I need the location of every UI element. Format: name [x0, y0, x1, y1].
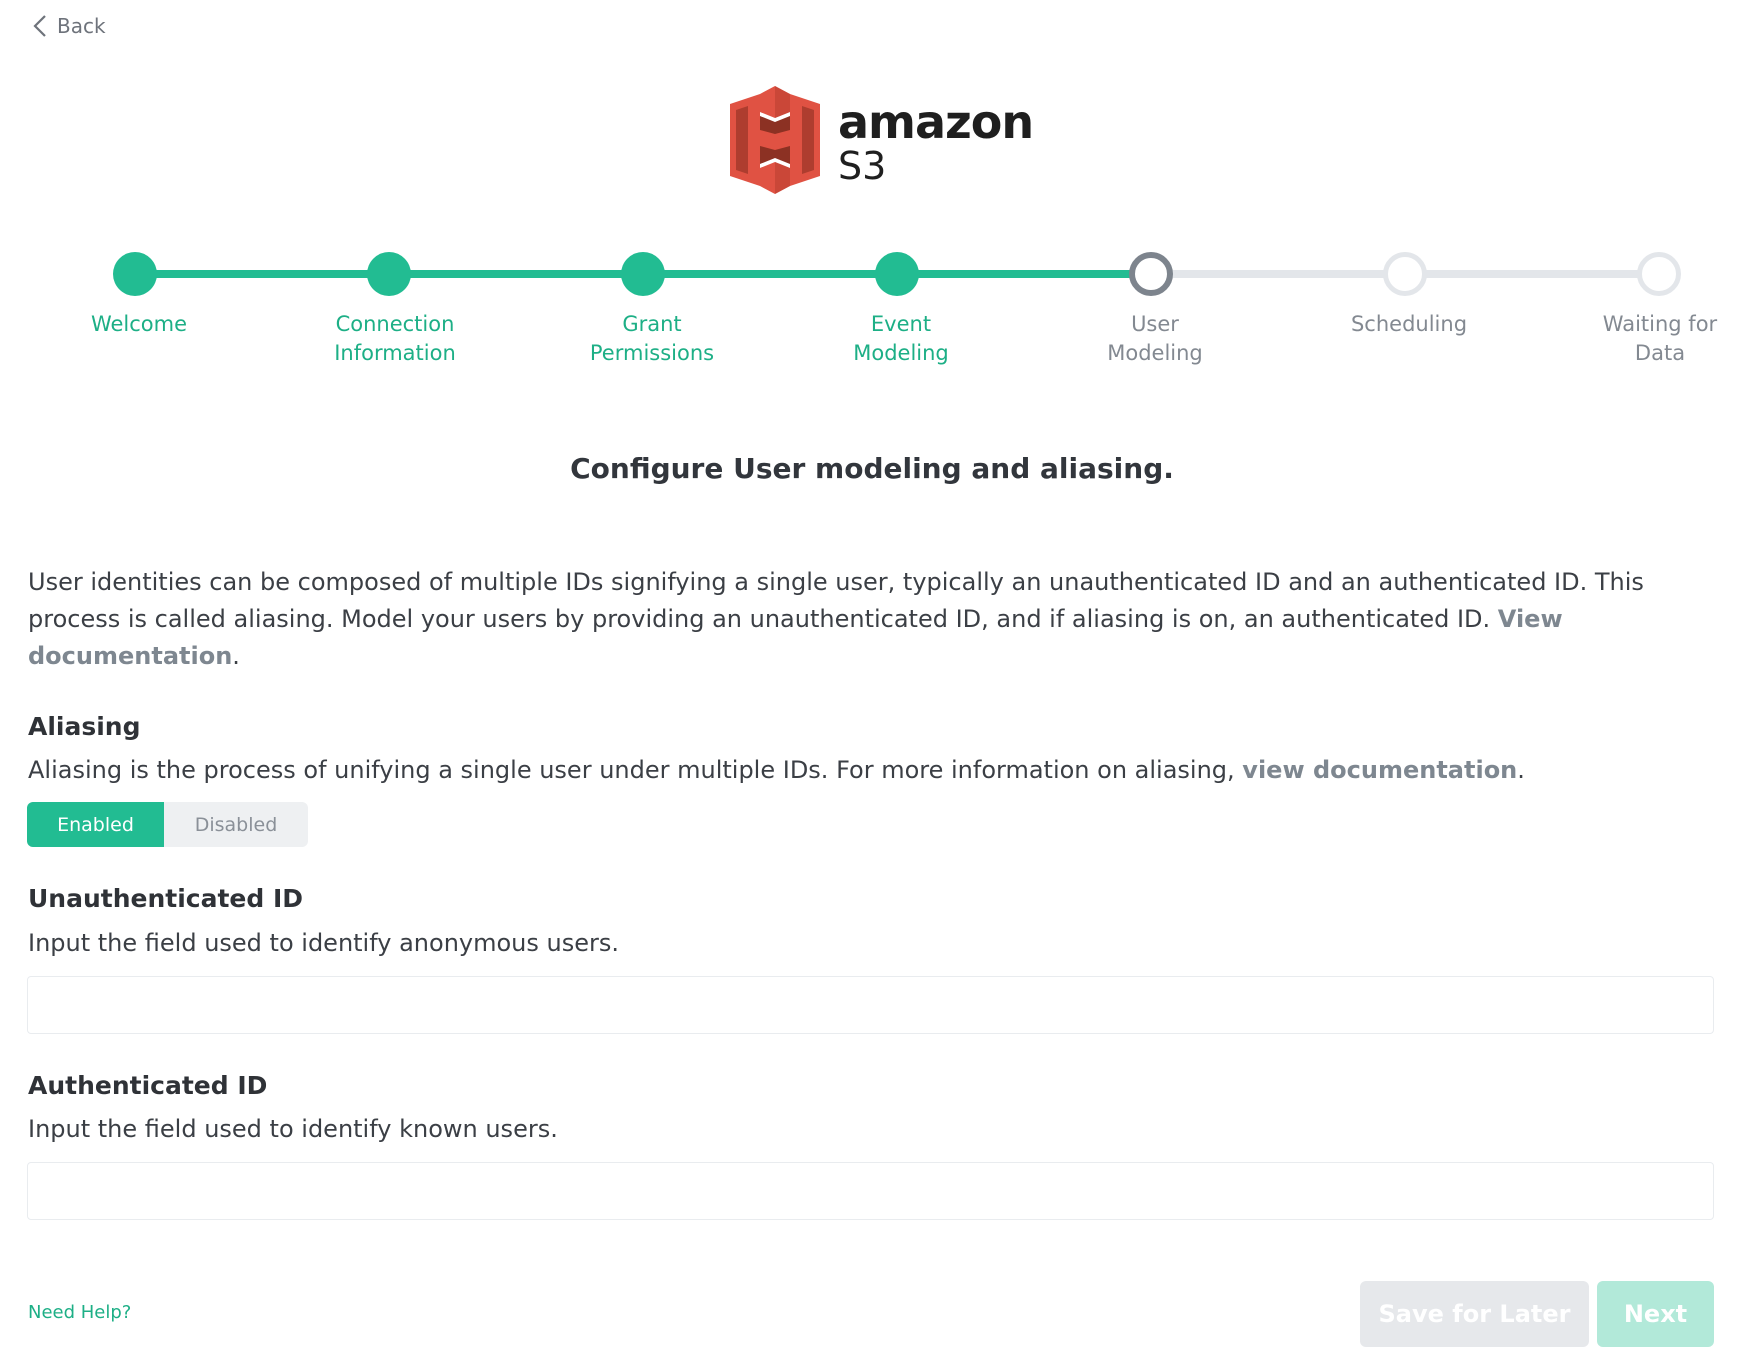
aliasing-documentation-link[interactable]: view documentation — [1242, 756, 1517, 784]
aliasing-enabled-option[interactable]: Enabled — [27, 802, 164, 847]
step-label-event-modeling: Event Modeling — [853, 312, 949, 365]
amazon-s3-logo: amazon S3 — [730, 86, 1034, 198]
logo-product: S3 — [838, 144, 887, 188]
progress-stepper: Welcome Connection Information Grant Per… — [0, 240, 1744, 380]
step-dot-event-modeling — [875, 252, 919, 296]
step-label-user-modeling: User Modeling — [1107, 312, 1203, 365]
intro-text: User identities can be composed of multi… — [28, 568, 1644, 633]
step-label-grant-permissions: Grant Permissions — [589, 312, 715, 365]
unauthenticated-id-title: Unauthenticated ID — [28, 884, 304, 913]
step-dot-connection-information — [367, 252, 411, 296]
page-title: Configure User modeling and aliasing. — [570, 452, 1174, 485]
chevron-left-icon — [33, 14, 47, 38]
intro-paragraph: User identities can be composed of multi… — [28, 564, 1718, 675]
authenticated-id-input[interactable] — [27, 1162, 1714, 1220]
step-label-connection-information: Connection Information — [334, 312, 456, 365]
aliasing-toggle: Enabled Disabled — [27, 802, 308, 847]
step-dot-scheduling — [1383, 252, 1427, 296]
authenticated-id-title: Authenticated ID — [28, 1071, 268, 1100]
authenticated-id-description: Input the field used to identify known u… — [28, 1115, 558, 1143]
intro-period: . — [232, 642, 240, 670]
next-button[interactable]: Next — [1597, 1281, 1714, 1347]
back-label: Back — [57, 14, 106, 38]
step-dot-grant-permissions — [621, 252, 665, 296]
aliasing-desc-text: Aliasing is the process of unifying a si… — [28, 756, 1243, 784]
back-button[interactable]: Back — [33, 14, 106, 38]
s3-bucket-icon — [730, 86, 820, 198]
logo-brand: amazon — [838, 95, 1034, 149]
aliasing-title: Aliasing — [28, 712, 141, 741]
need-help-link[interactable]: Need Help? — [28, 1302, 131, 1323]
step-label-scheduling: Scheduling — [1350, 312, 1468, 336]
aliasing-description: Aliasing is the process of unifying a si… — [28, 756, 1525, 784]
step-dot-waiting-for-data — [1637, 252, 1681, 296]
step-dot-user-modeling — [1129, 252, 1173, 296]
aliasing-disabled-option[interactable]: Disabled — [164, 802, 308, 847]
save-for-later-button[interactable]: Save for Later — [1360, 1281, 1589, 1347]
unauthenticated-id-input[interactable] — [27, 976, 1714, 1034]
step-label-waiting-for-data: Waiting for Data — [1602, 312, 1718, 365]
unauthenticated-id-description: Input the field used to identify anonymo… — [28, 929, 619, 957]
step-label-welcome: Welcome — [90, 312, 188, 336]
aliasing-desc-period: . — [1517, 756, 1525, 784]
step-dot-welcome — [113, 252, 157, 296]
